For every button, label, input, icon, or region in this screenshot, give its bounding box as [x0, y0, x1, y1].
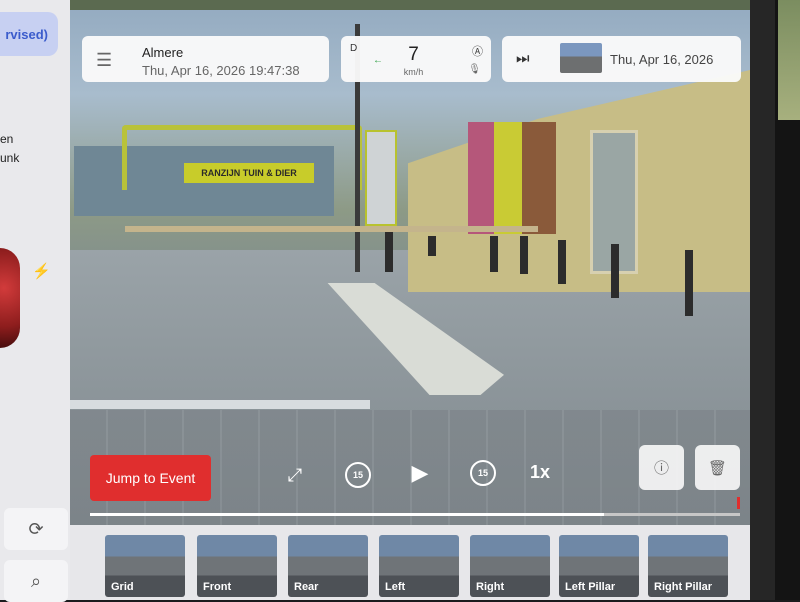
- bollard: [385, 232, 393, 272]
- autopilot-icon: Ⓐ: [472, 46, 483, 58]
- lightning-icon: ⚡: [32, 263, 51, 280]
- progress-bar[interactable]: [90, 513, 740, 516]
- bollard: [520, 236, 528, 274]
- speed-value: 7: [408, 44, 419, 65]
- jump-to-event-button[interactable]: Jump to Event: [90, 455, 211, 501]
- top-map-strip: [70, 0, 750, 10]
- gear-indicator: D: [350, 43, 358, 54]
- skip-next-icon[interactable]: ⏭: [516, 50, 530, 67]
- store-sign: RANZIJN TUIN & DIER: [184, 163, 314, 183]
- camera-right-pillar[interactable]: Right Pillar: [648, 535, 728, 597]
- menu-icon[interactable]: ☰: [96, 50, 112, 71]
- camera-right[interactable]: Right: [470, 535, 550, 597]
- event-date: Thu, Apr 16, 2026: [610, 52, 714, 67]
- sync-icon: ⟳: [28, 518, 44, 539]
- trash-icon: 🗑: [707, 459, 728, 477]
- side-text-line1: en: [0, 132, 14, 146]
- event-marker: [737, 497, 740, 509]
- billboard: [522, 122, 556, 234]
- car-thumbnail: [0, 248, 20, 348]
- location-name: Almere: [142, 45, 184, 60]
- road-marking: [70, 400, 370, 409]
- camera-label: Front: [203, 581, 232, 593]
- camera-label: Left: [385, 581, 406, 593]
- parking-barrier: [125, 226, 538, 232]
- bollard: [490, 236, 498, 272]
- playback-speed-button[interactable]: 1x: [525, 459, 555, 485]
- side-text-line2: unk: [0, 151, 20, 165]
- camera-selector: Grid Front Rear Left Right Left Pillar R…: [70, 525, 750, 600]
- camera-label: Left Pillar: [565, 581, 616, 593]
- event-thumbnail: [560, 43, 602, 73]
- camera-label: Grid: [111, 581, 134, 593]
- camera-grid[interactable]: Grid: [105, 535, 185, 597]
- search-button[interactable]: ⌕: [4, 560, 68, 602]
- warehouse-wall: [408, 70, 750, 292]
- supervised-badge[interactable]: rvised): [0, 12, 58, 56]
- bollard: [611, 244, 619, 298]
- camera-front[interactable]: Front: [197, 535, 277, 597]
- bollard: [558, 240, 566, 284]
- rewind-15-button[interactable]: 15: [345, 462, 371, 488]
- speed-unit: km/h: [403, 67, 424, 77]
- window-reflection: [778, 0, 800, 120]
- fullscreen-button[interactable]: ⤢: [282, 462, 308, 488]
- dashcam-video[interactable]: RANZIJN TUIN & DIER ☰ Almere Thu, Apr 16…: [70, 0, 750, 525]
- event-card[interactable]: ⏭ Thu, Apr 16, 2026: [502, 36, 741, 82]
- camera-left-pillar[interactable]: Left Pillar: [559, 535, 639, 597]
- left-panel: rvised) en unk ⚡ ⟳ ⌕: [0, 0, 72, 602]
- location-datetime: Thu, Apr 16, 2026 19:47:38: [142, 63, 300, 78]
- camera-label: Rear: [294, 581, 319, 593]
- turn-arrow-icon: ←: [373, 55, 383, 66]
- play-button[interactable]: ▶: [407, 460, 433, 486]
- forward-15-button[interactable]: 15: [470, 460, 496, 486]
- bollard: [685, 250, 693, 316]
- camera-label: Right: [476, 581, 505, 593]
- info-icon: ⓘ: [653, 460, 669, 477]
- bollard: [428, 236, 436, 256]
- location-card: ☰ Almere Thu, Apr 16, 2026 19:47:38: [82, 36, 329, 82]
- search-icon: ⌕: [30, 570, 42, 591]
- fullscreen-icon: ⤢: [287, 464, 303, 485]
- parking-sign: [365, 130, 397, 226]
- sync-button[interactable]: ⟳: [4, 508, 68, 550]
- progress-fill: [90, 513, 604, 516]
- play-icon: ▶: [411, 460, 429, 485]
- camera-label: Right Pillar: [654, 581, 713, 593]
- drive-status-card: D ← 7 km/h Ⓐ 🎙: [341, 36, 491, 82]
- info-button[interactable]: ⓘ: [639, 445, 684, 490]
- mic-icon: 🎙: [468, 64, 481, 75]
- delete-button[interactable]: 🗑: [695, 445, 740, 490]
- camera-rear[interactable]: Rear: [288, 535, 368, 597]
- camera-left[interactable]: Left: [379, 535, 459, 597]
